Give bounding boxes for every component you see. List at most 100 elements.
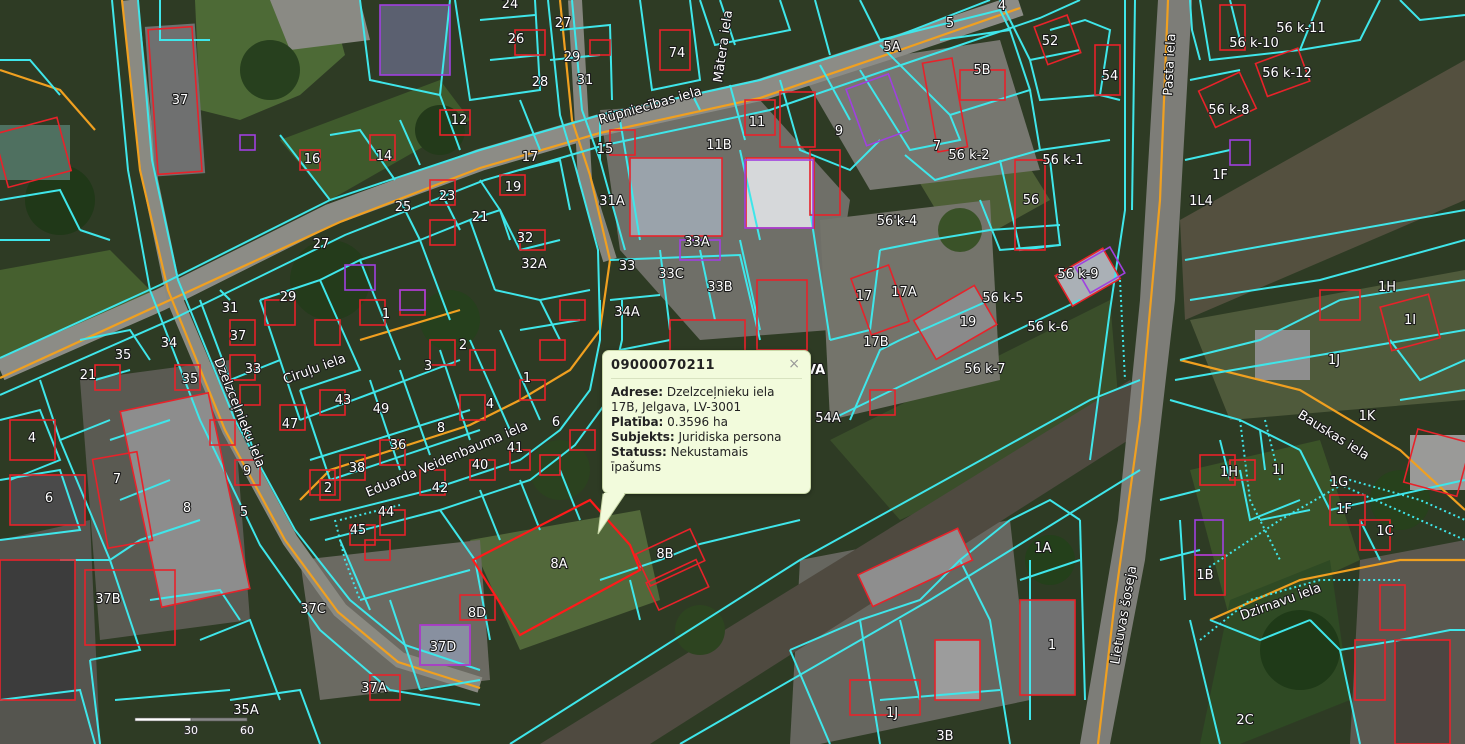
parcel-label: 8A: [550, 557, 567, 572]
parcel-label: 2: [459, 338, 467, 353]
parcel-label: 1L4: [1189, 194, 1213, 209]
popup-value-area: 0.3596 ha: [667, 415, 728, 429]
parcel-label: 17A: [891, 285, 917, 300]
popup-label-subject: Subjekts:: [611, 430, 675, 444]
parcel-label: 56 k-8: [1208, 103, 1249, 118]
parcel-label: 56 k-12: [1262, 66, 1311, 81]
parcel-label: 41: [507, 441, 524, 456]
popup-value-subject: Juridiska persona: [678, 430, 782, 444]
close-icon[interactable]: ×: [788, 357, 800, 371]
parcel-label: 17: [522, 150, 539, 165]
parcel-label: 33B: [707, 280, 732, 295]
parcel-label: 56 k-1: [1042, 153, 1083, 168]
parcel-label: 19: [960, 315, 977, 330]
parcel-label: 2C: [1236, 713, 1253, 728]
parcel-label: 43: [335, 393, 352, 408]
parcel-label: 5: [240, 505, 248, 520]
parcel-label: 29: [564, 50, 581, 65]
parcel-label: 56: [1023, 193, 1040, 208]
parcel-label: 24: [502, 0, 519, 12]
parcel-label: 52: [1042, 34, 1059, 49]
parcel-label: 56 k-11: [1276, 21, 1325, 36]
parcel-label: 11: [749, 115, 766, 130]
parcel-label: 33A: [684, 235, 710, 250]
parcel-label: 27: [313, 237, 330, 252]
parcel-label: 37A: [361, 681, 387, 696]
parcel-label: 54A: [815, 411, 841, 426]
parcel-label: 35: [115, 348, 132, 363]
parcel-label: 23: [439, 189, 456, 204]
scale-bar-label-30: 30: [184, 724, 198, 737]
parcel-label: 21: [472, 210, 489, 225]
parcel-label: 33: [619, 259, 636, 274]
popup-label-address: Adrese:: [611, 385, 664, 399]
parcel-label: 49: [373, 402, 390, 417]
parcel-label: 11B: [706, 138, 731, 153]
parcel-label: 1I: [1272, 463, 1284, 478]
parcel-label: 56 k-7: [964, 362, 1005, 377]
parcel-label: 1H: [1378, 280, 1396, 295]
parcel-info-popup[interactable]: 09000070211 × Adrese: Dzelzceļnieku iela…: [597, 350, 811, 535]
parcel-label: 35A: [233, 703, 259, 718]
parcel-label: 21: [80, 368, 97, 383]
parcel-label: 56 k-2: [948, 148, 989, 163]
parcel-label: 35: [182, 372, 199, 387]
parcel-label: 56'k-4: [877, 214, 918, 229]
parcel-label: 1: [1048, 638, 1056, 653]
parcel-label: 27: [555, 16, 572, 31]
parcel-label: 37: [172, 93, 189, 108]
parcel-label: 4: [486, 397, 494, 412]
popup-title: 09000070211: [611, 358, 802, 379]
parcel-label: 40: [472, 458, 489, 473]
parcel-label: 3: [424, 359, 432, 374]
parcel-label: 15: [597, 142, 614, 157]
parcel-label: 1: [382, 307, 390, 322]
parcel-label: 33: [245, 362, 262, 377]
parcel-label: 1J: [886, 706, 898, 721]
parcel-label: 1: [523, 371, 531, 386]
scale-bar-label-60: 60: [240, 724, 254, 737]
scale-bar-segment-2: [190, 717, 248, 722]
parcel-label: 56 k-5: [982, 291, 1023, 306]
parcel-label: 8D: [468, 606, 486, 621]
parcel-label: 7: [933, 139, 941, 154]
scale-bar-segment-1: [134, 717, 192, 722]
parcel-label: 5: [946, 16, 954, 31]
parcel-label: 29: [280, 290, 297, 305]
parcel-label: 32A: [521, 257, 547, 272]
parcel-label: 1G: [1330, 475, 1348, 490]
popup-label-area: Platība:: [611, 415, 664, 429]
parcel-label: 33C: [658, 267, 684, 282]
parcel-label: 4: [998, 0, 1006, 14]
parcel-label: 16: [304, 152, 321, 167]
parcel-label: 56 k-10: [1229, 36, 1278, 51]
parcel-label: 1H: [1220, 465, 1238, 480]
parcel-label: 9: [835, 124, 843, 139]
parcel-label: 31A: [599, 194, 625, 209]
cadastral-map[interactable]: 37 26 27 29 31 28 74 24 12 16 14 15 11 11B 9 5 5A 5B 4 52 54…: [0, 0, 1465, 744]
parcel-label: 12: [451, 113, 468, 128]
parcel-label: 32: [517, 231, 534, 246]
parcel-label: 14: [376, 149, 393, 164]
parcel-label: 37D: [430, 640, 457, 655]
parcel-label: 1C: [1376, 524, 1393, 539]
parcel-label: 36: [390, 438, 407, 453]
parcel-label: 74: [669, 46, 686, 61]
parcel-label: 37B: [95, 592, 120, 607]
parcel-label: 56 k-9: [1057, 267, 1098, 282]
parcel-label: 3B: [936, 729, 953, 744]
parcel-label: 8B: [656, 547, 673, 562]
parcel-label: 8: [437, 421, 445, 436]
parcel-label: 5A: [883, 40, 900, 55]
parcel-label: 34A: [614, 305, 640, 320]
parcel-label: 2: [324, 481, 332, 496]
parcel-label: 5B: [973, 63, 990, 78]
parcel-label: 19: [505, 180, 522, 195]
popup-row-address: Adrese: Dzelzceļnieku iela 17B, Jelgava,…: [611, 385, 802, 415]
parcel-label: 1I: [1404, 313, 1416, 328]
parcel-label: 44: [378, 505, 395, 520]
parcel-label: 9: [243, 464, 251, 479]
parcel-label: 28: [532, 75, 549, 90]
parcel-label: 34: [161, 336, 178, 351]
parcel-label: 6: [45, 491, 53, 506]
